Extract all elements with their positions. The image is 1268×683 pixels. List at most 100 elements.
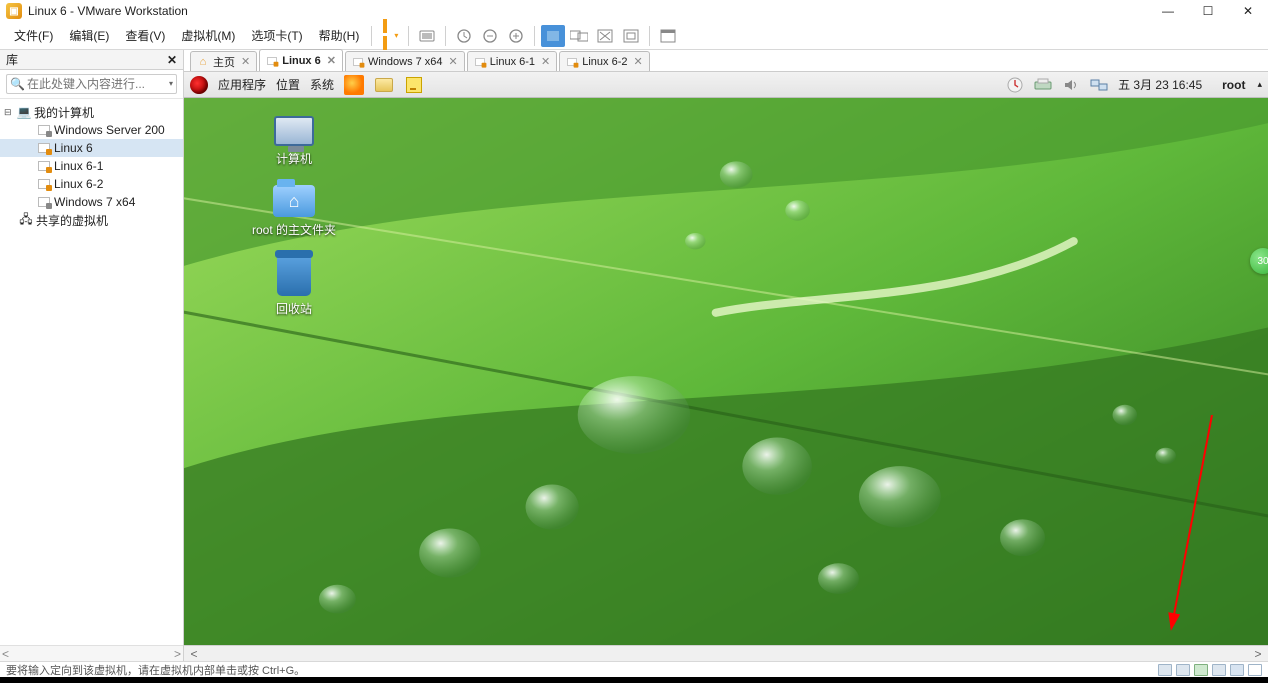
toolbar-divider (649, 26, 650, 46)
desktop-icons: 计算机 root 的主文件夹 回收站 (234, 116, 354, 317)
library-tree: ⊟ 💻 我的计算机 Windows Server 200 Linux 6 Linux… (0, 99, 183, 645)
content-hscroll[interactable]: < > (184, 645, 1268, 661)
pause-vm-button[interactable]: ▾ (378, 25, 402, 47)
desktop-icon-computer[interactable]: 计算机 (234, 116, 354, 167)
tab-close-button[interactable]: ✕ (634, 55, 643, 68)
send-ctrl-alt-del-button[interactable] (415, 25, 439, 47)
device-hdd-icon[interactable] (1158, 664, 1172, 676)
snapshot-manager-button[interactable] (504, 25, 528, 47)
tree-vm-item[interactable]: Windows 7 x64 (0, 193, 183, 211)
vm-icon (36, 177, 52, 191)
vm-power-controls: ▾ (376, 25, 680, 47)
notes-launcher-icon[interactable] (404, 75, 424, 95)
vm-icon (36, 159, 52, 173)
library-hscroll[interactable]: <> (0, 645, 183, 661)
maximize-button[interactable]: ☐ (1188, 0, 1228, 22)
tree-shared-vms[interactable]: 🖧 共享的虚拟机 (0, 211, 183, 229)
main-area: 库 ✕ 🔍 ▾ ⊟ 💻 我的计算机 Windows Server 200 Linu… (0, 50, 1268, 661)
tree-vm-item[interactable]: Linux 6 (0, 139, 183, 157)
device-cd-icon[interactable] (1176, 664, 1190, 676)
tab-label: Linux 6 (282, 55, 321, 67)
toolbar-divider (408, 26, 409, 46)
firefox-launcher-icon[interactable] (344, 75, 364, 95)
library-search-row: 🔍 ▾ (0, 70, 183, 99)
vm-tab[interactable]: Linux 6 ✕ (259, 49, 343, 71)
snapshot-revert-button[interactable] (478, 25, 502, 47)
library-panel: 库 ✕ 🔍 ▾ ⊟ 💻 我的计算机 Windows Server 200 Linu… (0, 50, 184, 661)
update-tray-icon[interactable] (1006, 76, 1024, 94)
menu-tabs[interactable]: 选项卡(T) (243, 25, 310, 47)
vm-tab[interactable]: Linux 6-2 ✕ (559, 51, 649, 71)
desktop-icon-trash[interactable]: 回收站 (234, 256, 354, 317)
volume-tray-icon[interactable] (1062, 76, 1080, 94)
guest-user-label[interactable]: root (1222, 78, 1245, 92)
window-title: Linux 6 - VMware Workstation (28, 4, 188, 18)
tree-label: Linux 6-1 (54, 159, 103, 173)
library-search-input[interactable] (6, 74, 177, 94)
computer-icon: 💻 (16, 105, 32, 119)
computer-icon (274, 116, 314, 146)
view-multimon-button[interactable] (567, 25, 591, 47)
tab-close-button[interactable]: ✕ (241, 55, 250, 68)
tree-vm-item[interactable]: Linux 6-2 (0, 175, 183, 193)
tab-label: Linux 6-2 (582, 56, 627, 68)
tab-close-button[interactable]: ✕ (327, 54, 336, 67)
view-console-button[interactable] (541, 25, 565, 47)
redhat-logo-icon (190, 76, 208, 94)
vm-icon (266, 55, 278, 67)
view-stretch-button[interactable] (593, 25, 617, 47)
menu-view[interactable]: 查看(V) (117, 25, 173, 47)
desktop-icon-home[interactable]: root 的主文件夹 (234, 185, 354, 238)
scroll-right-button[interactable]: > (1250, 647, 1266, 661)
tree-label: Windows Server 200 (54, 123, 165, 137)
guest-menu-places[interactable]: 位置 (276, 76, 300, 93)
window-titlebar: ▣ Linux 6 - VMware Workstation — ☐ ✕ (0, 0, 1268, 22)
minimize-button[interactable]: — (1148, 0, 1188, 22)
vm-tab[interactable]: Windows 7 x64✕ (345, 51, 465, 71)
snapshot-take-button[interactable] (452, 25, 476, 47)
vm-icon (566, 56, 578, 68)
library-close-button[interactable]: ✕ (167, 53, 177, 67)
device-net-icon[interactable] (1194, 664, 1208, 676)
bottom-strip (0, 677, 1268, 683)
vm-icon (474, 56, 486, 68)
network-tray-icon[interactable] (1090, 76, 1108, 94)
shared-icon: 🖧 (18, 213, 34, 227)
tree-vm-item[interactable]: Linux 6-1 (0, 157, 183, 175)
library-title: 库 (6, 51, 18, 68)
vm-tabs: ⌂主页✕Linux 6✕Windows 7 x64✕Linux 6-1✕Linu… (184, 50, 1268, 72)
expand-icon[interactable]: ⊟ (4, 107, 16, 118)
desktop-icon-label: root 的主文件夹 (252, 221, 336, 238)
print-tray-icon[interactable] (1034, 76, 1052, 94)
tree-my-computer[interactable]: ⊟ 💻 我的计算机 (0, 103, 183, 121)
scroll-left-button[interactable]: < (186, 647, 202, 661)
statusbar-device-icons (1158, 664, 1262, 676)
guest-menu-system[interactable]: 系统 (310, 76, 334, 93)
menu-file[interactable]: 文件(F) (6, 25, 61, 47)
vm-tab[interactable]: ⌂主页✕ (190, 51, 257, 71)
menu-edit[interactable]: 编辑(E) (61, 25, 117, 47)
view-unity-button[interactable] (619, 25, 643, 47)
guest-clock[interactable]: 五 3月 23 16:45 (1118, 76, 1202, 93)
menu-vm[interactable]: 虚拟机(M) (173, 25, 243, 47)
desktop-icon-label: 回收站 (276, 300, 312, 317)
device-usb-icon[interactable] (1212, 664, 1226, 676)
tab-close-button[interactable]: ✕ (449, 55, 458, 68)
search-icon: 🔍 (10, 77, 25, 91)
tree-vm-item[interactable]: Windows Server 200 (0, 121, 183, 139)
guest-desktop[interactable]: 计算机 root 的主文件夹 回收站 30 (184, 98, 1268, 645)
menu-help[interactable]: 帮助(H) (311, 25, 368, 47)
search-dropdown-icon[interactable]: ▾ (169, 79, 173, 88)
vm-tab[interactable]: Linux 6-1✕ (467, 51, 557, 71)
tree-label: 我的计算机 (34, 104, 94, 121)
fullscreen-button[interactable] (656, 25, 680, 47)
guest-menu-applications[interactable]: 应用程序 (218, 76, 266, 93)
desktop-icon-label: 计算机 (276, 150, 312, 167)
file-manager-launcher-icon[interactable] (374, 75, 394, 95)
device-sound-icon[interactable] (1230, 664, 1244, 676)
device-printer-icon[interactable] (1248, 664, 1262, 676)
close-button[interactable]: ✕ (1228, 0, 1268, 22)
tab-close-button[interactable]: ✕ (541, 55, 550, 68)
bubble-count: 30 (1257, 256, 1268, 267)
user-menu-chevron-icon[interactable]: ▴ (1257, 79, 1262, 90)
